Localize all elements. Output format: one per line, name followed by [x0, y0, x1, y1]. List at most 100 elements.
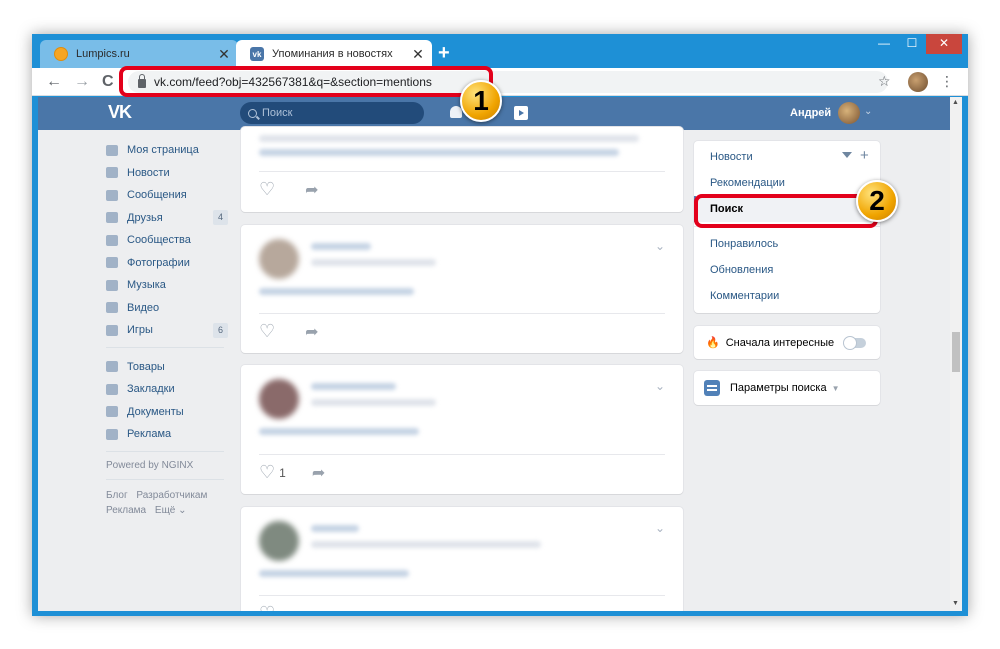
back-arrow-icon[interactable]: ←	[46, 72, 62, 92]
footer-link-ads[interactable]: Реклама	[106, 505, 146, 516]
share-icon[interactable]: ➦	[312, 463, 325, 483]
menu-label: Сообщества	[127, 234, 191, 247]
menu-item-bookmarks[interactable]: Закладки	[106, 378, 228, 401]
plus-icon[interactable]: +	[860, 148, 869, 164]
menu-item-friends[interactable]: Друзья 4	[106, 207, 228, 230]
post-divider	[259, 454, 665, 455]
menu-item-music[interactable]: Музыка	[106, 274, 228, 297]
footer-link-blog[interactable]: Блог	[106, 490, 128, 501]
section-recommendations[interactable]: Рекомендации	[694, 170, 880, 196]
scrollbar-thumb[interactable]	[952, 332, 960, 372]
page-scrollbar[interactable]: ▲ ▼	[950, 97, 962, 611]
blurred-text	[259, 135, 639, 142]
vk-search-input[interactable]: Поиск	[240, 102, 424, 124]
games-count-badge: 6	[213, 322, 228, 338]
browser-menu-icon[interactable]: ⋮	[940, 72, 954, 90]
search-section-highlight-box	[694, 194, 878, 228]
filter-icon[interactable]	[842, 152, 852, 158]
powered-by-text: Powered by NGINX	[106, 459, 194, 471]
messages-icon	[106, 189, 118, 201]
menu-item-goods[interactable]: Товары	[106, 356, 228, 379]
photos-icon	[106, 257, 118, 269]
section-comments[interactable]: Комментарии	[694, 283, 880, 309]
menu-item-messages[interactable]: Сообщения	[106, 184, 228, 207]
news-icon	[106, 167, 118, 179]
window-close-button[interactable]: ✕	[926, 34, 962, 54]
search-params-card: Параметры поиска ▼	[694, 371, 880, 405]
reload-icon[interactable]: C	[102, 72, 114, 92]
user-avatar[interactable]	[838, 102, 860, 124]
post-menu-chevron-icon[interactable]: ⌄	[655, 521, 665, 535]
browser-window: Lumpics.ru ✕ vk Упоминания в новостях ✕ …	[32, 34, 968, 616]
section-label: Понравилось	[710, 238, 779, 250]
post-menu-chevron-icon[interactable]: ⌄	[655, 239, 665, 253]
games-icon	[106, 324, 118, 336]
tab-lumpics[interactable]: Lumpics.ru ✕	[40, 40, 238, 68]
scroll-down-arrow-icon[interactable]: ▼	[952, 600, 959, 607]
tab-strip: Lumpics.ru ✕ vk Упоминания в новостях ✕ …	[32, 34, 968, 68]
scroll-up-arrow-icon[interactable]: ▲	[952, 99, 959, 106]
menu-label: Закладки	[127, 383, 175, 396]
chevron-down-icon[interactable]: ⌄	[864, 106, 872, 117]
search-params-row[interactable]: Параметры поиска ▼	[694, 371, 880, 405]
section-label: Рекомендации	[710, 177, 785, 189]
post-avatar	[259, 521, 299, 561]
menu-label: Документы	[127, 405, 184, 418]
menu-item-news[interactable]: Новости	[106, 162, 228, 185]
tab-mentions[interactable]: vk Упоминания в новостях ✕	[236, 40, 432, 68]
bookmark-star-icon[interactable]: ☆	[878, 73, 891, 90]
profile-avatar[interactable]	[908, 72, 928, 92]
like-count: 1	[279, 465, 286, 480]
blurred-text	[311, 383, 396, 390]
video-icon	[106, 302, 118, 314]
user-name[interactable]: Андрей	[790, 107, 831, 119]
menu-label: Реклама	[127, 428, 172, 441]
section-updates[interactable]: Обновления	[694, 257, 880, 283]
post-menu-chevron-icon[interactable]: ⌄	[655, 379, 665, 393]
menu-label: Моя страница	[127, 144, 199, 157]
blurred-text	[259, 149, 619, 156]
forward-arrow-icon[interactable]: →	[74, 72, 90, 92]
section-label: Комментарии	[710, 290, 780, 302]
left-menu: Моя страница Новости Сообщения Друзья 4 С…	[106, 139, 228, 518]
interesting-first-row[interactable]: 🔥 Сначала интересные	[694, 326, 880, 359]
interesting-first-toggle[interactable]	[843, 336, 866, 350]
tab-close-icon[interactable]: ✕	[214, 46, 234, 63]
lumpics-favicon-icon	[54, 47, 68, 61]
vk-logo[interactable]: VK	[108, 102, 132, 123]
menu-item-ads[interactable]: Реклама	[106, 423, 228, 446]
fire-icon: 🔥	[706, 337, 720, 349]
new-tab-button[interactable]: +	[438, 42, 450, 64]
menu-item-photos[interactable]: Фотографии	[106, 252, 228, 275]
maximize-button[interactable]: ☐	[898, 34, 926, 54]
minimize-button[interactable]: —	[870, 34, 898, 54]
like-heart-icon[interactable]: ♡	[259, 462, 275, 483]
footer-link-more[interactable]: Ещё ⌄	[155, 505, 187, 516]
menu-item-communities[interactable]: Сообщества	[106, 229, 228, 252]
share-icon[interactable]: ➦	[305, 180, 318, 200]
section-liked[interactable]: Понравилось	[694, 231, 880, 257]
section-label: Обновления	[710, 264, 774, 276]
menu-item-documents[interactable]: Документы	[106, 401, 228, 424]
blurred-text	[259, 288, 414, 295]
friends-icon	[106, 212, 118, 224]
documents-icon	[106, 406, 118, 418]
section-news[interactable]: Новости +	[694, 144, 880, 170]
menu-divider	[106, 450, 224, 452]
footer-link-developers[interactable]: Разработчикам	[136, 490, 207, 501]
menu-divider	[106, 478, 224, 480]
menu-item-video[interactable]: Видео	[106, 297, 228, 320]
share-icon[interactable]: ➦	[305, 322, 318, 342]
chevron-down-icon[interactable]: ▼	[832, 384, 840, 393]
menu-item-games[interactable]: Игры 6	[106, 319, 228, 342]
feed-post: ⌄ ♡ ➦	[241, 225, 683, 353]
menu-item-my-page[interactable]: Моя страница	[106, 139, 228, 162]
like-heart-icon[interactable]: ♡	[259, 321, 275, 342]
music-icon	[106, 279, 118, 291]
post-actions: ♡ 1 ➦	[259, 462, 325, 483]
menu-label: Видео	[127, 301, 160, 314]
like-heart-icon[interactable]: ♡	[259, 179, 275, 200]
music-player-icon[interactable]	[514, 106, 528, 120]
like-heart-icon[interactable]: ♡	[259, 603, 275, 611]
tab-close-icon[interactable]: ✕	[408, 46, 428, 63]
